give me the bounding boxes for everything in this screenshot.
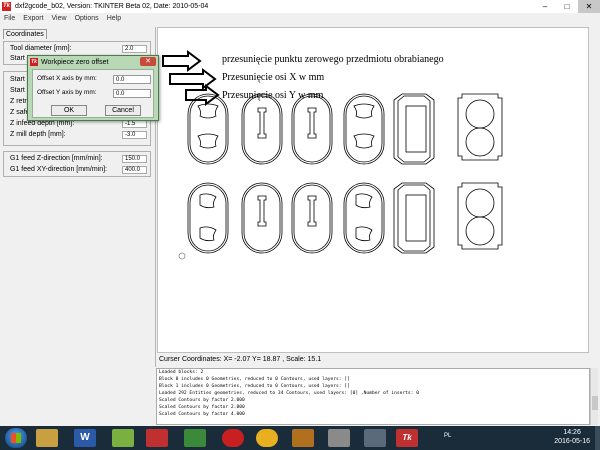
- taskbar-app-icon[interactable]: [184, 429, 206, 447]
- part-double-ring[interactable]: [457, 93, 503, 161]
- part-frame[interactable]: [393, 182, 435, 254]
- menu-bar: File Export View Options Help: [0, 13, 600, 24]
- maximize-button[interactable]: □: [556, 0, 578, 13]
- param-label: G1 feed Z-direction [mm/min]:: [10, 155, 103, 162]
- taskbar-app-icon[interactable]: [36, 429, 58, 447]
- minimize-button[interactable]: –: [534, 0, 556, 13]
- log-line: Block 1 includes 0 Geometries, reduced t…: [159, 384, 350, 389]
- ok-button[interactable]: OK: [51, 105, 87, 116]
- taskbar-app-icon[interactable]: [364, 429, 386, 447]
- word-app-icon[interactable]: W: [74, 429, 96, 447]
- taskbar-app-icon[interactable]: [328, 429, 350, 447]
- menu-file[interactable]: File: [4, 15, 15, 22]
- log-line: Block 0 includes 0 Geometries, reduced t…: [159, 377, 350, 382]
- cursor-status: Curser Coordinates: X= -2.07 Y= 18.87 , …: [157, 354, 589, 365]
- annotation-x-offset: Przesunięcie osi X w mm: [222, 72, 325, 83]
- windows-logo-icon: [11, 433, 21, 443]
- feed-z-field[interactable]: 150.0: [122, 155, 147, 163]
- dialog-close-button[interactable]: ✕: [140, 57, 156, 66]
- offset-y-input[interactable]: 0.0: [113, 89, 151, 98]
- part-capsule[interactable]: [241, 182, 283, 254]
- menu-help[interactable]: Help: [107, 15, 121, 22]
- taskbar: W Tk PL 14:26 2016-05-16: [0, 426, 600, 450]
- log-line: Loaded blocks: 2: [159, 370, 204, 375]
- start-button[interactable]: [5, 428, 27, 448]
- part-capsule[interactable]: [291, 93, 333, 165]
- cancel-button[interactable]: Cancel: [105, 105, 141, 116]
- tool-diameter-field[interactable]: 2.0: [122, 45, 147, 53]
- log-line: Scaled Contours by factor 4.000: [159, 412, 245, 417]
- feed-xy-field[interactable]: 400.0: [122, 166, 147, 174]
- part-capsule[interactable]: [343, 93, 385, 165]
- close-button[interactable]: ✕: [578, 0, 600, 13]
- annotation-y-offset: Przesunięcie osi Y w mm: [222, 90, 324, 101]
- param-row: G1 feed Z-direction [mm/min]: 150.0: [4, 154, 150, 164]
- part-capsule[interactable]: [343, 182, 385, 254]
- offset-x-input[interactable]: 0.0: [113, 75, 151, 84]
- z-mill-depth-field[interactable]: -3.0: [122, 131, 147, 139]
- arrow-icon: [162, 50, 202, 72]
- param-row: Tool diameter [mm]: 2.0: [4, 44, 150, 54]
- part-frame[interactable]: [393, 93, 435, 165]
- show-desktop-button[interactable]: [595, 426, 600, 450]
- param-label: Z infeed depth [mm]:: [10, 120, 75, 127]
- param-label: G1 feed XY-direction [mm/min]:: [10, 166, 108, 173]
- origin-marker-icon: [178, 252, 186, 260]
- log-line: Scaled Contours by factor 2.000: [159, 405, 245, 410]
- dialog-title: Workpiece zero offset: [41, 58, 109, 66]
- log-line: Scaled Contours by factor 2.000: [159, 398, 245, 403]
- menu-options[interactable]: Options: [75, 15, 99, 22]
- offset-y-label: Offset Y axis by mm:: [37, 89, 97, 96]
- tk-app-icon: Tk: [2, 2, 11, 11]
- clock-date: 2016-05-16: [554, 438, 590, 445]
- offset-x-label: Offset X axis by mm:: [37, 75, 97, 82]
- application-window: Tk dxf2gcode_b02, Version: TKINTER Beta …: [0, 0, 600, 426]
- message-log[interactable]: Loaded blocks: 2 Block 0 includes 0 Geom…: [156, 368, 590, 425]
- chrome-app-icon[interactable]: [256, 429, 278, 447]
- taskbar-app-icon[interactable]: [146, 429, 168, 447]
- system-tray: PL 14:26 2016-05-16: [430, 426, 600, 450]
- window-title: dxf2gcode_b02, Version: TKINTER Beta 02,…: [15, 3, 209, 10]
- z-infeed-depth-field[interactable]: -1.5: [122, 120, 147, 128]
- arrow-icon: [169, 68, 217, 90]
- language-indicator[interactable]: PL: [444, 433, 451, 439]
- clock[interactable]: 14:26 2016-05-16: [554, 428, 590, 446]
- scrollbar-thumb[interactable]: [592, 396, 598, 410]
- menu-view[interactable]: View: [52, 15, 67, 22]
- workpiece-zero-offset-dialog: Tk Workpiece zero offset ✕ Offset X axis…: [27, 55, 159, 121]
- part-capsule[interactable]: [187, 182, 229, 254]
- param-row: G1 feed XY-direction [mm/min]: 400.0: [4, 165, 150, 175]
- part-double-ring[interactable]: [457, 182, 503, 250]
- part-capsule[interactable]: [187, 93, 229, 165]
- annotation-zero-offset: przesunięcie punktu zerowego przedmiotu …: [222, 54, 444, 65]
- taskbar-app-icon[interactable]: [292, 429, 314, 447]
- feed-group: G1 feed Z-direction [mm/min]: 150.0 G1 f…: [3, 151, 151, 177]
- taskbar-app-icon[interactable]: [112, 429, 134, 447]
- log-line: Loaded 292 Entities geometries, reduced …: [159, 391, 419, 396]
- title-bar[interactable]: Tk dxf2gcode_b02, Version: TKINTER Beta …: [0, 0, 600, 13]
- part-capsule[interactable]: [291, 182, 333, 254]
- part-capsule[interactable]: [241, 93, 283, 165]
- log-scrollbar[interactable]: [590, 368, 598, 425]
- dialog-body: Offset X axis by mm: 0.0 Offset Y axis b…: [32, 69, 154, 118]
- menu-export[interactable]: Export: [23, 15, 43, 22]
- param-label: Z mill depth [mm]:: [10, 131, 66, 138]
- param-row: Z mill depth [mm]: -3.0: [4, 130, 150, 140]
- dialog-title-bar[interactable]: Tk Workpiece zero offset: [30, 57, 108, 67]
- tk-taskbar-icon[interactable]: Tk: [396, 429, 418, 447]
- tab-coordinates[interactable]: Coordinates: [3, 29, 47, 39]
- param-label: Tool diameter [mm]:: [10, 45, 72, 52]
- taskbar-app-icon[interactable]: [222, 429, 244, 447]
- tk-app-icon: Tk: [30, 58, 38, 66]
- clock-time: 14:26: [563, 429, 581, 436]
